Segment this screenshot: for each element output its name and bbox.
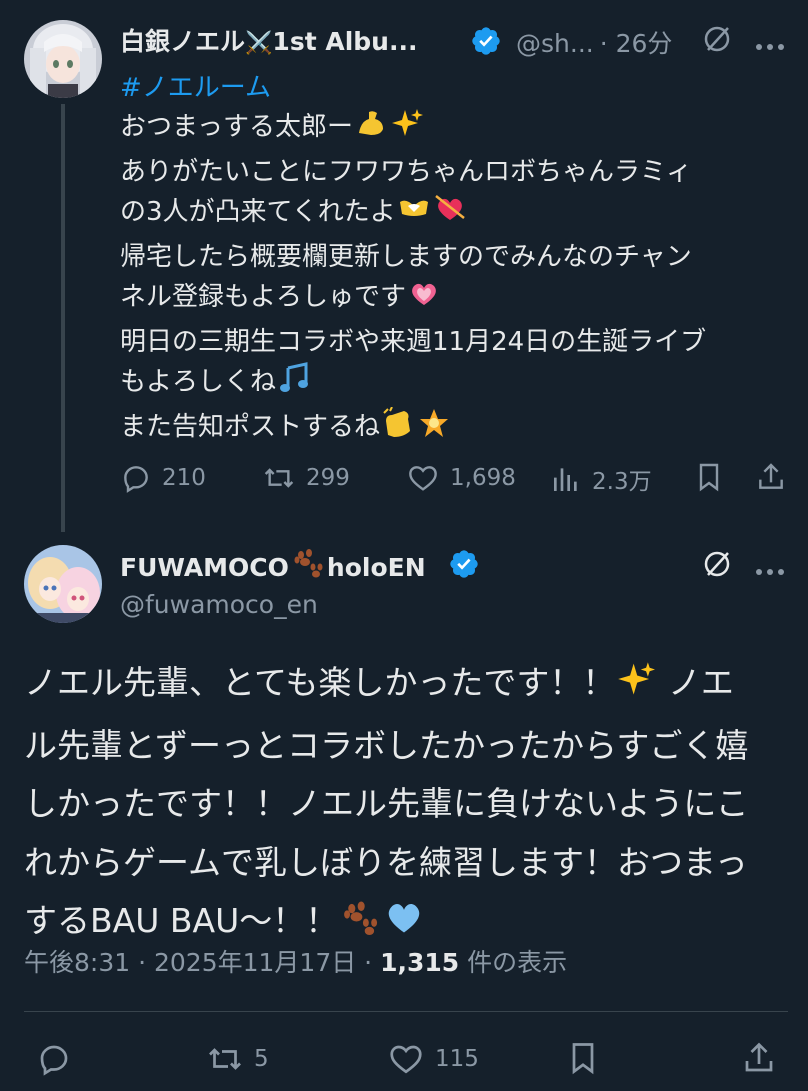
post1-hashtag[interactable]: #ノエルーム	[120, 67, 271, 104]
glowing-star-emoji	[418, 407, 450, 452]
post1-line-8: また告知ポストするね	[120, 411, 381, 442]
post1-line-7: もよろしくね	[120, 367, 277, 397]
like-count: 1,698	[450, 465, 516, 491]
like-button[interactable]: 115	[387, 1041, 479, 1077]
views-icon	[554, 468, 577, 491]
share-icon[interactable]	[741, 1039, 777, 1081]
like-icon	[409, 466, 437, 491]
divider	[24, 1011, 788, 1012]
post1-text: おつまっする太郎ー ありがたいことにフワワちゃんロボちゃんラミィ の3人が凸来て…	[120, 107, 706, 451]
post2-line-3: しかったです！！ノエル先輩に負けないようにこ	[24, 784, 749, 823]
sparkles-emoji	[391, 107, 423, 152]
post1-name-suffix: 1st Albu...	[272, 27, 418, 56]
post2-line-1b: ノエ	[667, 663, 734, 702]
post1-line-1: おつまっする太郎ー	[120, 112, 353, 142]
clapping-hands-emoji	[382, 406, 414, 452]
repost-icon	[264, 468, 294, 488]
post1-line-2: ありがたいことにフワワちゃんロボちゃんラミィ	[120, 156, 693, 187]
musical-notes-emoji	[278, 362, 310, 407]
post2-handle[interactable]: @fuwamoco_en	[120, 590, 318, 619]
reply-icon	[40, 1045, 68, 1076]
bookmark-icon[interactable]	[565, 1039, 601, 1081]
views-count: 2.3万	[592, 469, 652, 495]
post1-handle[interactable]: @sh...	[516, 29, 594, 58]
bookmark-icon[interactable]	[693, 460, 725, 498]
reply-button[interactable]: 210	[120, 462, 206, 494]
thread-line	[61, 104, 65, 532]
post2-line-5: するBAU BAU～！！	[24, 901, 339, 940]
grok-icon[interactable]	[702, 549, 732, 583]
like-icon	[390, 1045, 422, 1074]
views-button[interactable]: 2.3万	[550, 462, 652, 496]
grok-icon[interactable]	[702, 24, 732, 58]
heart-hands-emoji	[398, 192, 430, 237]
repost-count: 299	[306, 465, 350, 491]
repost-count: 5	[254, 1046, 269, 1072]
post2-views-label: 件の表示	[459, 948, 568, 977]
repost-icon	[209, 1048, 241, 1070]
heart-with-arrow-emoji	[434, 192, 466, 237]
post2-display-name: FUWAMOCO	[120, 553, 289, 582]
more-icon[interactable]	[755, 561, 785, 580]
post2-line-1: ノエル先輩、とても楽しかったです！！	[24, 663, 616, 702]
sparkling-heart-emoji	[408, 277, 440, 322]
verified-badge-icon	[470, 25, 502, 61]
post2-views-count: 1,315	[380, 948, 460, 977]
post2-author[interactable]: FUWAMOCO holoEN	[120, 548, 426, 584]
reply-count: 210	[162, 465, 206, 491]
post2-line-4: れからゲームで乳しぼりを練習します！おつまっ	[24, 842, 748, 882]
post2-line-2: ル先輩とずーっとコラボしたかったからすごく嬉	[24, 725, 749, 765]
post1-author[interactable]: 白銀ノエル⚔️1st Albu...	[120, 22, 417, 58]
sparkles-emoji	[617, 658, 656, 717]
post1-line-5: ネル登録もよろしゅです	[120, 282, 407, 312]
post2-text: ノエル先輩、とても楽しかったです！！ ノエ ル先輩とずーっとコラボしたかったから…	[24, 654, 749, 955]
post1-line-6: 明日の三期生コラボや来週11月24日の生誕ライブ	[120, 326, 707, 357]
more-icon[interactable]	[755, 36, 785, 55]
verified-badge-icon	[448, 548, 480, 584]
post2-meta: 午後8:31 · 2025年11月17日 · 1,315 件の表示	[24, 943, 567, 979]
post2-name-suffix: holoEN	[326, 553, 426, 582]
post2-timestamp[interactable]: 午後8:31 · 2025年11月17日 ·	[24, 948, 380, 977]
flexed-biceps-emoji	[355, 107, 387, 152]
like-button[interactable]: 1,698	[406, 462, 516, 494]
avatar-fuwamoco[interactable]	[24, 545, 102, 623]
paw-prints-emoji	[291, 548, 325, 584]
post1-display-name: 白銀ノエル	[120, 27, 246, 56]
repost-button[interactable]: 299	[262, 462, 350, 494]
post1-time[interactable]: · 26分	[600, 29, 673, 58]
crossed-swords-emoji: ⚔️	[245, 31, 273, 56]
like-count: 115	[435, 1046, 479, 1072]
post1-line-4: 帰宅したら概要欄更新しますのでみんなのチャン	[120, 241, 692, 272]
post1-line-3: の3人が凸来てくれたよ	[120, 197, 396, 227]
avatar-noel[interactable]	[24, 20, 102, 98]
reply-button[interactable]	[36, 1041, 72, 1077]
share-icon[interactable]	[755, 460, 787, 498]
reply-icon	[124, 466, 148, 493]
repost-button[interactable]: 5	[206, 1041, 269, 1077]
